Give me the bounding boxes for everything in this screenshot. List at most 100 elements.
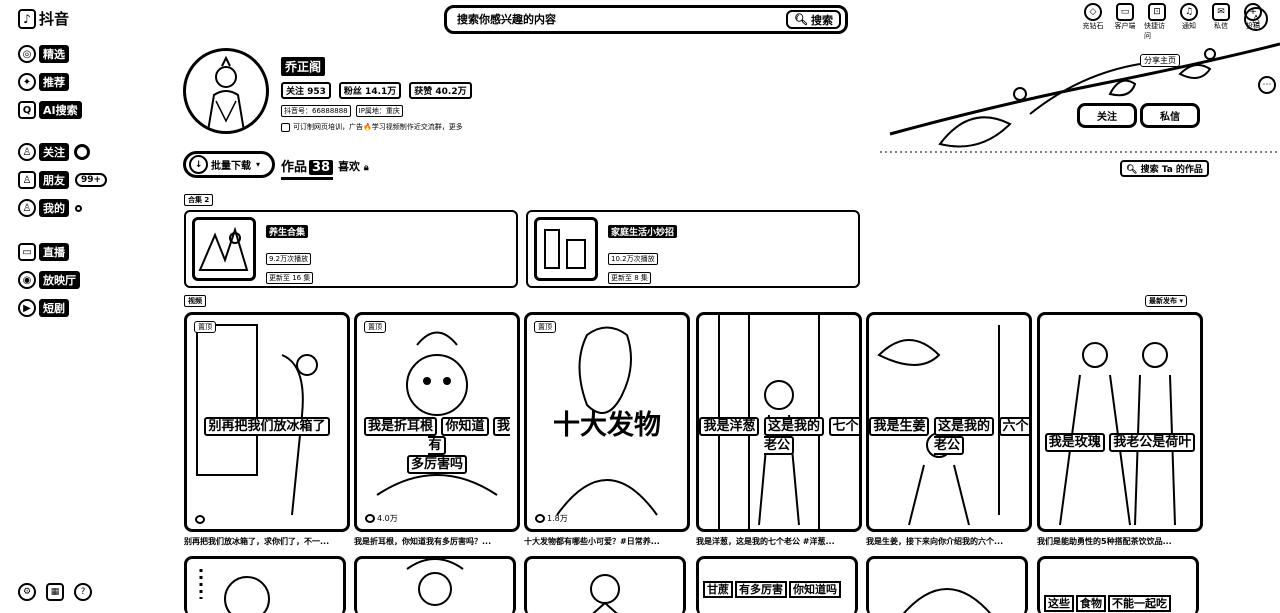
sidebar-item-drama[interactable]: ▶ 短剧 — [18, 294, 80, 322]
collections-section-label: 合集 2 — [184, 194, 214, 206]
sidebar-item-label: 直播 — [39, 243, 69, 261]
tab-works[interactable]: 作品 38 — [281, 156, 334, 180]
diamond-icon: ◇ — [1084, 3, 1102, 21]
video-thumbnail: 置顶 我是折耳根 你知道 我有 多厉害吗 4.0万 — [354, 312, 520, 532]
apps-grid-icon[interactable]: ▦ — [46, 583, 64, 601]
video-thumbnail: 我是生姜 这是我的 六个老公 — [866, 312, 1032, 532]
video-overlay-text: 甘蔗 有多厉害 你知道吗 — [703, 581, 843, 598]
collection-card[interactable]: 养生合集 9.2万次播放 更新至 16 集 — [184, 210, 518, 288]
video-card[interactable] — [354, 556, 516, 613]
collection-title: 家庭生活小妙招 — [608, 225, 678, 238]
batch-download-label: 批量下载 — [211, 161, 251, 172]
user-avatar[interactable]: ♙ — [1244, 7, 1268, 31]
video-overlay-text: 我是折耳根 你知道 我有 多厉害吗 — [357, 415, 517, 474]
sidebar-item-label: 短剧 — [39, 299, 69, 317]
sidebar-item-follow[interactable]: ♙ 关注 — [18, 138, 107, 166]
sidebar-item-label: AI搜索 — [39, 101, 82, 119]
video-caption: 我是折耳根，你知道我有多厉害吗？... — [354, 537, 492, 546]
drama-icon: ▶ — [18, 299, 36, 317]
profile-bio[interactable]: 可订制网页培训，广告🔥学习视频制作近交流群，更多 — [281, 122, 472, 132]
heart-icon — [365, 514, 375, 523]
profile-avatar-illustration — [207, 55, 245, 131]
chevron-down-icon: ▾ — [1179, 297, 1183, 305]
video-thumbnail — [902, 588, 992, 613]
video-card[interactable] — [866, 556, 1028, 613]
pinned-tag: 置顶 — [194, 321, 216, 333]
followers-count[interactable]: 粉丝 14.1万 — [338, 82, 402, 99]
share-profile-button[interactable]: 分享主页 — [1140, 54, 1180, 67]
following-count[interactable]: 关注 953 — [281, 82, 331, 99]
follow-button[interactable]: 关注 — [1077, 103, 1137, 128]
more-options-icon[interactable]: ⋯ — [1258, 76, 1276, 94]
lock-icon: 🔒︎ — [363, 163, 369, 173]
tab-likes[interactable]: 喜欢 🔒︎ — [338, 158, 369, 174]
shortcut-icon: ⊡ — [1148, 3, 1166, 21]
video-card[interactable] — [184, 556, 346, 613]
douyin-logo[interactable]: ♪ 抖音 — [18, 8, 69, 29]
video-thumbnail: 置顶 别再把我们放冰箱了 — [184, 312, 350, 532]
sidebar-item-live[interactable]: ▭ 直播 — [18, 238, 80, 266]
sidebar-item-mine[interactable]: ♙ 我的 — [18, 194, 107, 222]
mine-icon: ♙ — [18, 199, 36, 217]
video-card[interactable]: 甘蔗 有多厉害 你知道吗 — [696, 556, 858, 613]
profile-name: 乔正阁 — [281, 57, 326, 76]
message-button[interactable]: 私信 — [1140, 103, 1200, 128]
sidebar-item-featured[interactable]: ◎ 精选 — [18, 40, 82, 68]
video-card[interactable]: 这些 食物 不能一起吃 — [1037, 556, 1199, 613]
video-likes: 1.8万 — [535, 513, 568, 524]
sidebar-item-recommend[interactable]: ✦ 推荐 — [18, 68, 82, 96]
message-icon: ✉ — [1212, 3, 1230, 21]
sidebar-item-label: 放映厅 — [39, 271, 80, 289]
pinned-tag: 置顶 — [534, 321, 556, 333]
video-thumbnail — [590, 574, 620, 613]
collection-plays: 10.2万次播放 — [608, 253, 658, 265]
top-item-label: 私信 — [1214, 22, 1228, 30]
chevron-down-icon: ▾ — [256, 160, 261, 169]
video-card[interactable]: 我是生姜 这是我的 六个老公 我是生姜，接下来向你介绍我的六个... — [866, 312, 1032, 547]
bell-icon: ♫ — [1180, 3, 1198, 21]
video-card[interactable]: 置顶 别再把我们放冰箱了 别再把我们放冰箱了，求你们了，不一... — [184, 312, 350, 547]
video-card[interactable]: 我是洋葱 这是我的 七个老公 我是洋葱，这是我的七个老公 #洋葱... — [696, 312, 862, 547]
search-input[interactable] — [457, 13, 787, 26]
profile-avatar[interactable] — [183, 48, 269, 134]
sidebar-nav-media: ▭ 直播 ◉ 放映厅 ▶ 短剧 — [18, 238, 80, 322]
account-id: 抖音号：66888888 — [281, 105, 351, 117]
download-icon: ↓ — [189, 155, 208, 174]
sidebar-item-ai-search[interactable]: Q AI搜索 — [18, 96, 82, 124]
client-icon: ▭ — [1116, 3, 1134, 21]
tab-works-count: 38 — [309, 160, 334, 175]
video-card[interactable]: 置顶 十大发物 1.8万 十大发物都有哪些小可爱？#日常养... — [524, 312, 690, 547]
heart-icon — [535, 514, 545, 523]
sort-label: 最新发布 — [1149, 297, 1177, 305]
search-button[interactable]: 🔍︎ 搜索 — [786, 10, 841, 29]
video-card[interactable] — [524, 556, 686, 613]
profile-info: 乔正阁 关注 953 粉丝 14.1万 获赞 40.2万 抖音号：6688888… — [281, 56, 472, 132]
video-overlay-text: 别再把我们放冰箱了 — [187, 415, 347, 436]
help-icon[interactable]: ? — [74, 583, 92, 601]
ai-search-icon: Q — [18, 101, 36, 119]
collection-plays: 9.2万次播放 — [266, 253, 312, 265]
video-thumbnail: 置顶 十大发物 1.8万 — [524, 312, 690, 532]
top-item-label: 通知 — [1182, 22, 1196, 30]
collection-card[interactable]: 家庭生活小妙招 10.2万次播放 更新至 8 集 — [526, 210, 860, 288]
profile-meta: 抖音号：66888888 IP属地：重庆 — [281, 105, 472, 117]
collection-thumbnail — [534, 217, 598, 281]
video-card[interactable]: 我是玫瑰 我老公是荷叶 我们是能助勇性的5种搭配茶饮饮品... — [1037, 312, 1203, 547]
search-works-button[interactable]: 🔍︎ 搜索 Ta 的作品 — [1120, 160, 1209, 177]
sidebar-item-label: 关注 — [39, 143, 69, 161]
video-overlay-text: 我是生姜 这是我的 六个老公 — [869, 415, 1029, 455]
search-icon: 🔍︎ — [794, 13, 808, 26]
bio-icon — [281, 122, 290, 132]
search-icon: 🔍︎ — [1126, 165, 1138, 175]
collection-title: 养生合集 — [266, 225, 309, 238]
settings-icon[interactable]: ⚙ — [18, 583, 36, 601]
video-card[interactable]: 置顶 我是折耳根 你知道 我有 多厉害吗 4.0万 我是折耳根，你知道我有多厉害… — [354, 312, 520, 547]
sidebar-item-cinema[interactable]: ◉ 放映厅 — [18, 266, 80, 294]
video-thumbnail: 我是洋葱 这是我的 七个老公 — [696, 312, 862, 532]
sort-dropdown[interactable]: 最新发布 ▾ — [1145, 295, 1187, 307]
pinned-tag: 置顶 — [364, 321, 386, 333]
batch-download-button[interactable]: ↓ 批量下载 ▾ — [183, 151, 275, 178]
follow-icon: ♙ — [18, 143, 36, 161]
video-thumbnail — [199, 569, 270, 613]
sidebar-item-friends[interactable]: ♙ 朋友 99+ — [18, 166, 108, 194]
